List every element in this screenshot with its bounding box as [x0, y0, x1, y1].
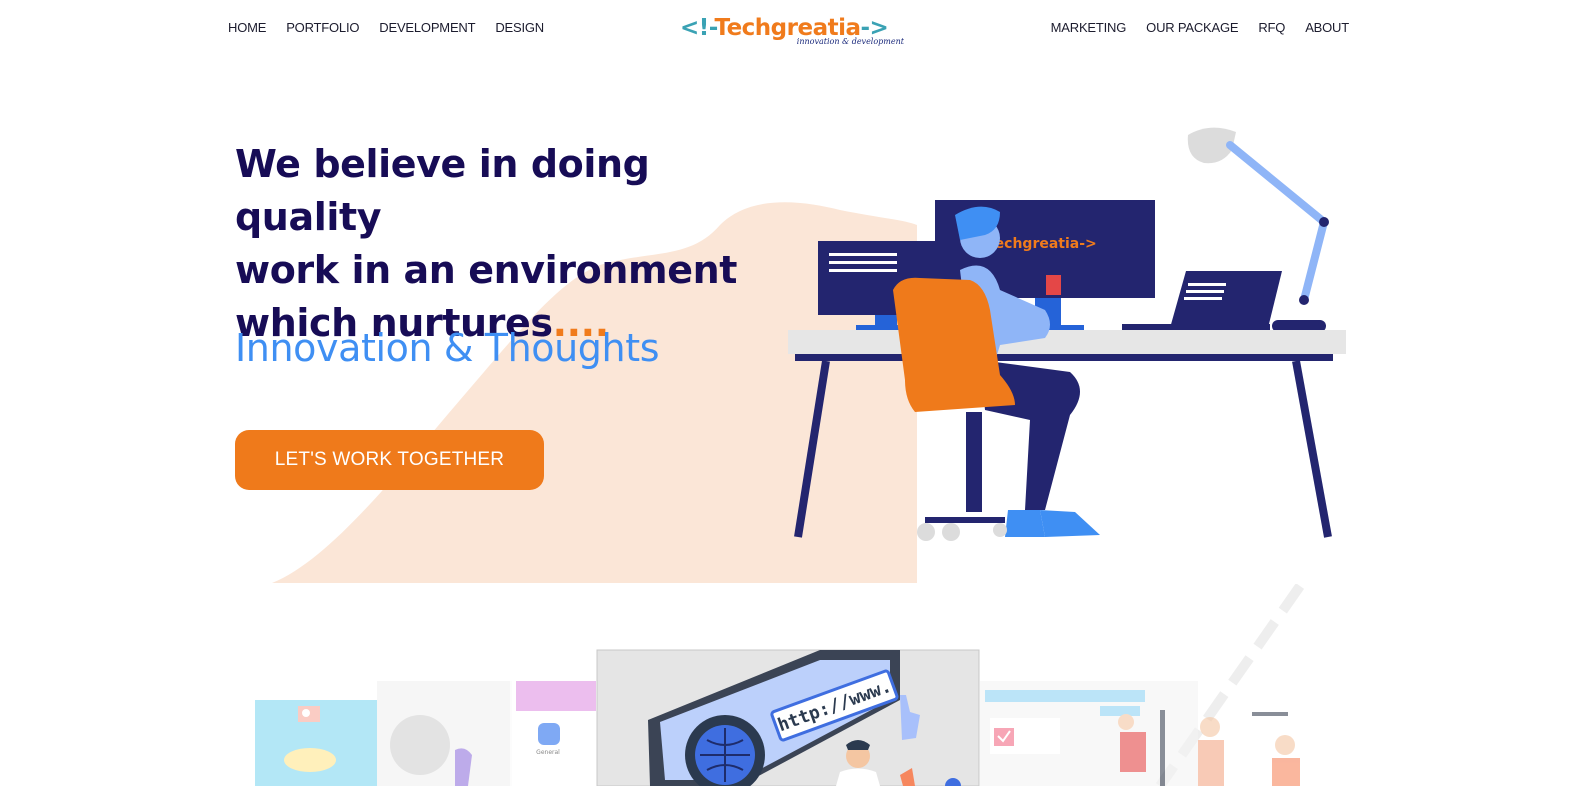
workspace-illustration: -Techgreatia-> — [788, 127, 1346, 541]
card-mobile-app[interactable]: General — [510, 681, 605, 786]
card-web-development[interactable]: http://www. — [596, 649, 980, 786]
card-web-design[interactable] — [255, 681, 512, 786]
hero-subline: Innovation & Thoughts — [235, 326, 660, 370]
headline-line-1: We believe in doing quality — [235, 142, 650, 239]
hero-headline: We believe in doing quality work in an e… — [235, 138, 795, 350]
services-preview-strip: General http://www. — [255, 584, 1305, 786]
headline-line-2: work in an environment — [235, 248, 737, 292]
desk — [788, 330, 1346, 538]
monitor-logo-text: -Techgreatia-> — [983, 236, 1097, 252]
card-digital-marketing[interactable] — [980, 681, 1300, 786]
app-label: General — [536, 749, 560, 756]
lets-work-together-button[interactable]: LET'S WORK TOGETHER — [235, 430, 544, 490]
